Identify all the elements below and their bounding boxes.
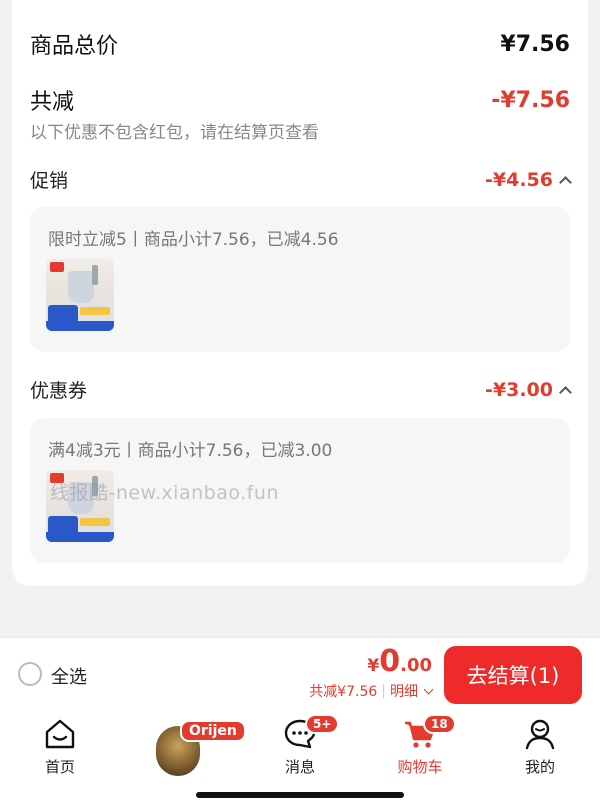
- promotion-box: 限时立减5丨商品小计7.56，已减4.56: [30, 207, 570, 352]
- chevron-down-icon: [423, 684, 434, 695]
- price-decimal: .00: [400, 655, 432, 676]
- cart-badge: 18: [423, 714, 456, 734]
- promotion-value-wrap: -¥4.56: [485, 168, 572, 191]
- coupon-value-wrap: -¥3.00: [485, 378, 572, 401]
- divider: |: [381, 683, 386, 699]
- discount-label: 共减: [30, 90, 75, 115]
- messages-badge: 5+: [305, 714, 340, 734]
- price-symbol: ¥: [367, 656, 380, 676]
- home-icon: [45, 719, 75, 749]
- promotion-header[interactable]: 促销 -¥4.56: [30, 166, 572, 193]
- chevron-up-icon[interactable]: [559, 385, 572, 399]
- promotion-value: -¥4.56: [485, 168, 553, 191]
- discount-value: -¥7.56: [491, 87, 570, 113]
- tab-mine[interactable]: 我的: [500, 718, 580, 777]
- product-badge: Orijen: [180, 720, 246, 742]
- checkout-bar: 全选 ¥0.00 共减¥7.56 | 明细 去结算(1): [0, 637, 600, 710]
- total-row: 商品总价 ¥7.56: [30, 28, 570, 60]
- total-value: ¥7.56: [500, 31, 570, 57]
- discount-note: 以下优惠不包含红包，请在结算页查看: [30, 123, 319, 143]
- product-thumbnail[interactable]: [46, 259, 114, 331]
- coupon-label: 优惠券: [30, 380, 88, 402]
- chevron-up-icon[interactable]: [559, 175, 572, 189]
- tab-cart[interactable]: 18 购物车: [380, 714, 460, 777]
- home-indicator: [196, 792, 404, 798]
- total-discount-text: 共减¥7.56: [309, 684, 378, 700]
- price-detail-toggle[interactable]: 共减¥7.56 | 明细: [309, 681, 434, 701]
- tab-messages-label: 消息: [284, 758, 315, 776]
- coupon-header[interactable]: 优惠券 -¥3.00: [30, 376, 572, 403]
- user-icon: [525, 719, 555, 750]
- total-label: 商品总价: [30, 34, 119, 59]
- promotion-label: 促销: [30, 170, 69, 192]
- tab-cart-label: 购物车: [397, 758, 443, 776]
- detail-label: 明细: [390, 684, 418, 700]
- discount-row: 共减 -¥7.56: [30, 84, 570, 116]
- tab-messages[interactable]: 5+ 消息: [260, 714, 340, 777]
- coupon-value: -¥3.00: [485, 378, 553, 401]
- total-price: ¥0.00: [309, 644, 432, 679]
- watermark: 线报酷-new.xianbao.fun: [50, 482, 279, 504]
- tab-mine-label: 我的: [524, 758, 555, 776]
- checkout-button[interactable]: 去结算(1): [444, 646, 582, 704]
- tab-home-label: 首页: [44, 758, 75, 776]
- price-summary: ¥0.00 共减¥7.56 | 明细: [309, 644, 434, 701]
- select-all-radio[interactable]: [18, 662, 42, 686]
- coupon-detail: 满4减3元丨商品小计7.56，已减3.00: [48, 441, 333, 461]
- tab-home[interactable]: 首页: [20, 718, 100, 777]
- select-all-label[interactable]: 全选: [51, 663, 87, 689]
- price-integer: 0: [379, 644, 401, 679]
- promotion-detail: 限时立减5丨商品小计7.56，已减4.56: [48, 230, 339, 250]
- tab-product[interactable]: Orijen: [150, 718, 246, 778]
